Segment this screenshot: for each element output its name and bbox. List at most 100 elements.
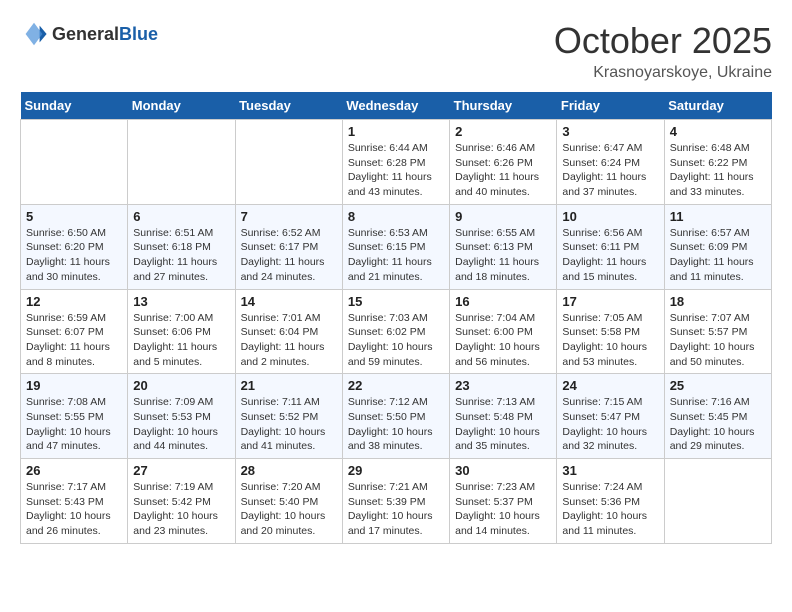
day-number: 7	[241, 209, 337, 224]
day-info: Sunrise: 7:20 AM Sunset: 5:40 PM Dayligh…	[241, 480, 337, 539]
calendar-cell: 12 Sunrise: 6:59 AM Sunset: 6:07 PM Dayli…	[21, 289, 128, 374]
calendar-cell: 16Sunrise: 7:04 AM Sunset: 6:00 PM Dayli…	[450, 289, 557, 374]
month-title: October 2025	[554, 20, 772, 62]
day-info: Sunrise: 7:11 AM Sunset: 5:52 PM Dayligh…	[241, 395, 337, 454]
calendar-cell: 29 Sunrise: 7:21 AM Sunset: 5:39 PM Dayli…	[342, 459, 449, 544]
day-info: Sunrise: 6:47 AM Sunset: 6:24 PM Dayligh…	[562, 141, 658, 200]
day-number: 22	[348, 378, 444, 393]
calendar-cell: 10 Sunrise: 6:56 AM Sunset: 6:11 PM Dayli…	[557, 204, 664, 289]
calendar-cell: 11Sunrise: 6:57 AM Sunset: 6:09 PM Dayli…	[664, 204, 771, 289]
calendar-cell	[128, 120, 235, 205]
day-info: Sunrise: 6:55 AM Sunset: 6:13 PM Dayligh…	[455, 226, 551, 285]
day-number: 1	[348, 124, 444, 139]
calendar-cell: 28 Sunrise: 7:20 AM Sunset: 5:40 PM Dayli…	[235, 459, 342, 544]
day-info: Sunrise: 6:59 AM Sunset: 6:07 PM Dayligh…	[26, 311, 122, 370]
day-info: Sunrise: 6:52 AM Sunset: 6:17 PM Dayligh…	[241, 226, 337, 285]
day-info: Sunrise: 6:44 AM Sunset: 6:28 PM Dayligh…	[348, 141, 444, 200]
calendar-cell: 24 Sunrise: 7:15 AM Sunset: 5:47 PM Dayli…	[557, 374, 664, 459]
day-number: 8	[348, 209, 444, 224]
calendar: SundayMondayTuesdayWednesdayThursdayFrid…	[20, 92, 772, 544]
day-info: Sunrise: 6:48 AM Sunset: 6:22 PM Dayligh…	[670, 141, 766, 200]
day-number: 9	[455, 209, 551, 224]
weekday-header: Saturday	[664, 92, 771, 120]
day-info: Sunrise: 6:46 AM Sunset: 6:26 PM Dayligh…	[455, 141, 551, 200]
day-info: Sunrise: 7:12 AM Sunset: 5:50 PM Dayligh…	[348, 395, 444, 454]
calendar-cell: 17 Sunrise: 7:05 AM Sunset: 5:58 PM Dayli…	[557, 289, 664, 374]
calendar-cell: 25 Sunrise: 7:16 AM Sunset: 5:45 PM Dayli…	[664, 374, 771, 459]
day-number: 29	[348, 463, 444, 478]
day-number: 17	[562, 294, 658, 309]
calendar-cell: 4Sunrise: 6:48 AM Sunset: 6:22 PM Daylig…	[664, 120, 771, 205]
day-info: Sunrise: 7:13 AM Sunset: 5:48 PM Dayligh…	[455, 395, 551, 454]
calendar-cell: 23 Sunrise: 7:13 AM Sunset: 5:48 PM Dayli…	[450, 374, 557, 459]
calendar-cell: 18Sunrise: 7:07 AM Sunset: 5:57 PM Dayli…	[664, 289, 771, 374]
day-number: 3	[562, 124, 658, 139]
calendar-week-row: 1 Sunrise: 6:44 AM Sunset: 6:28 PM Daylig…	[21, 120, 772, 205]
logo-icon	[20, 20, 48, 48]
day-info: Sunrise: 7:03 AM Sunset: 6:02 PM Dayligh…	[348, 311, 444, 370]
calendar-cell: 27Sunrise: 7:19 AM Sunset: 5:42 PM Dayli…	[128, 459, 235, 544]
day-number: 12	[26, 294, 122, 309]
day-number: 27	[133, 463, 229, 478]
day-number: 16	[455, 294, 551, 309]
calendar-week-row: 19 Sunrise: 7:08 AM Sunset: 5:55 PM Dayli…	[21, 374, 772, 459]
calendar-cell: 20 Sunrise: 7:09 AM Sunset: 5:53 PM Dayli…	[128, 374, 235, 459]
day-number: 31	[562, 463, 658, 478]
day-info: Sunrise: 7:17 AM Sunset: 5:43 PM Dayligh…	[26, 480, 122, 539]
day-info: Sunrise: 7:24 AM Sunset: 5:36 PM Dayligh…	[562, 480, 658, 539]
weekday-header: Friday	[557, 92, 664, 120]
calendar-cell: 26Sunrise: 7:17 AM Sunset: 5:43 PM Dayli…	[21, 459, 128, 544]
day-info: Sunrise: 7:21 AM Sunset: 5:39 PM Dayligh…	[348, 480, 444, 539]
day-info: Sunrise: 7:07 AM Sunset: 5:57 PM Dayligh…	[670, 311, 766, 370]
calendar-cell: 7 Sunrise: 6:52 AM Sunset: 6:17 PM Daylig…	[235, 204, 342, 289]
logo: GeneralBlue	[20, 20, 158, 48]
calendar-cell	[235, 120, 342, 205]
day-info: Sunrise: 6:51 AM Sunset: 6:18 PM Dayligh…	[133, 226, 229, 285]
calendar-cell: 14 Sunrise: 7:01 AM Sunset: 6:04 PM Dayli…	[235, 289, 342, 374]
location: Krasnoyarskoye, Ukraine	[554, 64, 772, 82]
calendar-cell: 30Sunrise: 7:23 AM Sunset: 5:37 PM Dayli…	[450, 459, 557, 544]
day-info: Sunrise: 7:23 AM Sunset: 5:37 PM Dayligh…	[455, 480, 551, 539]
day-number: 20	[133, 378, 229, 393]
weekday-header: Monday	[128, 92, 235, 120]
day-info: Sunrise: 7:09 AM Sunset: 5:53 PM Dayligh…	[133, 395, 229, 454]
day-number: 13	[133, 294, 229, 309]
calendar-cell: 13Sunrise: 7:00 AM Sunset: 6:06 PM Dayli…	[128, 289, 235, 374]
weekday-header: Thursday	[450, 92, 557, 120]
day-number: 10	[562, 209, 658, 224]
calendar-cell: 2 Sunrise: 6:46 AM Sunset: 6:26 PM Daylig…	[450, 120, 557, 205]
calendar-cell: 5Sunrise: 6:50 AM Sunset: 6:20 PM Daylig…	[21, 204, 128, 289]
day-info: Sunrise: 7:16 AM Sunset: 5:45 PM Dayligh…	[670, 395, 766, 454]
calendar-cell: 22 Sunrise: 7:12 AM Sunset: 5:50 PM Dayli…	[342, 374, 449, 459]
day-info: Sunrise: 6:56 AM Sunset: 6:11 PM Dayligh…	[562, 226, 658, 285]
day-number: 21	[241, 378, 337, 393]
calendar-cell: 21 Sunrise: 7:11 AM Sunset: 5:52 PM Dayli…	[235, 374, 342, 459]
calendar-cell: 3 Sunrise: 6:47 AM Sunset: 6:24 PM Daylig…	[557, 120, 664, 205]
logo-general: General	[52, 24, 119, 44]
day-number: 14	[241, 294, 337, 309]
day-number: 15	[348, 294, 444, 309]
calendar-cell: 9 Sunrise: 6:55 AM Sunset: 6:13 PM Daylig…	[450, 204, 557, 289]
weekday-header: Tuesday	[235, 92, 342, 120]
day-number: 19	[26, 378, 122, 393]
day-info: Sunrise: 7:01 AM Sunset: 6:04 PM Dayligh…	[241, 311, 337, 370]
calendar-week-row: 26Sunrise: 7:17 AM Sunset: 5:43 PM Dayli…	[21, 459, 772, 544]
day-number: 25	[670, 378, 766, 393]
weekday-header: Wednesday	[342, 92, 449, 120]
logo-blue: Blue	[119, 24, 158, 44]
day-number: 2	[455, 124, 551, 139]
calendar-cell: 19 Sunrise: 7:08 AM Sunset: 5:55 PM Dayli…	[21, 374, 128, 459]
calendar-cell: 1 Sunrise: 6:44 AM Sunset: 6:28 PM Daylig…	[342, 120, 449, 205]
day-number: 24	[562, 378, 658, 393]
page-header: GeneralBlue October 2025 Krasnoyarskoye,…	[20, 20, 772, 82]
calendar-cell: 31 Sunrise: 7:24 AM Sunset: 5:36 PM Dayli…	[557, 459, 664, 544]
day-info: Sunrise: 6:50 AM Sunset: 6:20 PM Dayligh…	[26, 226, 122, 285]
day-info: Sunrise: 7:15 AM Sunset: 5:47 PM Dayligh…	[562, 395, 658, 454]
day-info: Sunrise: 7:08 AM Sunset: 5:55 PM Dayligh…	[26, 395, 122, 454]
day-number: 23	[455, 378, 551, 393]
calendar-cell: 6Sunrise: 6:51 AM Sunset: 6:18 PM Daylig…	[128, 204, 235, 289]
day-info: Sunrise: 6:53 AM Sunset: 6:15 PM Dayligh…	[348, 226, 444, 285]
weekday-header: Sunday	[21, 92, 128, 120]
day-number: 28	[241, 463, 337, 478]
day-info: Sunrise: 7:05 AM Sunset: 5:58 PM Dayligh…	[562, 311, 658, 370]
